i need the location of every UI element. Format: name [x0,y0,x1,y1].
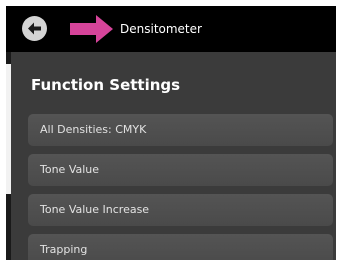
back-arrow-icon [28,22,41,35]
list-item-tone-value[interactable]: Tone Value [28,154,333,186]
function-settings-panel: Function Settings All Densities: CMYK To… [6,52,336,260]
device-screen: Densitometer Function Settings All Densi… [6,6,336,260]
header-bar: Densitometer [6,6,336,52]
list-item-tone-value-increase[interactable]: Tone Value Increase [28,194,333,226]
scrollbar-thumb[interactable] [6,64,11,194]
back-button[interactable] [22,16,47,41]
scrollbar[interactable] [6,52,11,260]
section-title: Function Settings [31,76,181,94]
header-title: Densitometer [120,22,202,36]
list-item-trapping[interactable]: Trapping [28,234,333,260]
pink-arrow-icon [70,15,113,43]
list-item-all-densities[interactable]: All Densities: CMYK [28,114,333,146]
